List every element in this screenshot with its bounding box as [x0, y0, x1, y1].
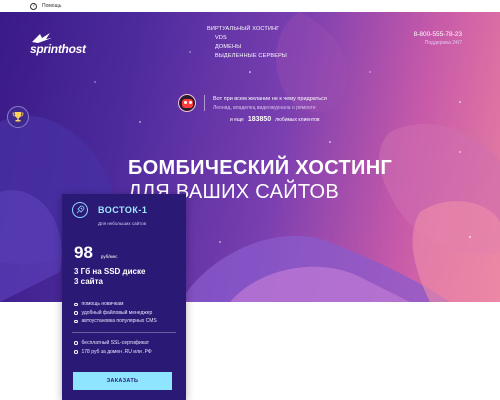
order-button[interactable]: ЗАКАЗАТЬ — [73, 372, 172, 390]
bullet-icon — [74, 311, 78, 315]
plan-card: ВОСТОК-1 Для небольших сайтов 98 руб/мес… — [62, 194, 186, 400]
help-link[interactable]: Помощь — [42, 3, 61, 9]
question-icon[interactable]: ? — [30, 2, 37, 10]
feature-list: помощь новичкам удобный файловый менедже… — [62, 300, 186, 326]
price-row: 98 руб/мес — [62, 243, 186, 263]
nav-item-vds[interactable]: VDS — [207, 35, 287, 41]
nav-item-virtual-hosting[interactable]: ВИРТУАЛЬНЫЙ ХОСТИНГ — [207, 26, 287, 32]
list-item: 178 руб за домен .RU или .РФ — [74, 348, 186, 357]
customer-review: Вот при всем желании не к чему придратьс… — [178, 94, 327, 112]
nav-item-dedicated-servers[interactable]: ВЫДЕЛЕННЫЕ СЕРВЕРЫ — [207, 53, 287, 59]
feature-label: помощь новичкам — [81, 301, 124, 307]
phone-number[interactable]: 8-800-555-78-23 — [414, 31, 462, 38]
extra-label: бесплатный SSL-сертификат — [81, 339, 150, 346]
plan-description: Для небольших сайтов — [98, 221, 147, 226]
main-nav: ВИРТУАЛЬНЫЙ ХОСТИНГ VDS ДОМЕНЫ ВЫДЕЛЕННЫ… — [207, 26, 287, 59]
clients-suffix: любимых клиентов — [275, 116, 320, 123]
extras-list: бесплатный SSL-сертификат 178 руб за дом… — [62, 339, 186, 357]
clients-prefix: и еще — [230, 116, 244, 123]
list-item: автоустановка популярных CMS — [74, 317, 186, 326]
sprinthost-logo[interactable]: sprinthost — [30, 32, 86, 56]
clients-counter: и еще 183850 любимых клиентов — [230, 116, 320, 123]
review-quote: Вот при всем желании не к чему придратьс… — [213, 95, 327, 102]
feature-label: автоустановка популярных CMS — [81, 318, 157, 324]
bullet-icon — [74, 350, 78, 354]
spec-sites: 3 сайта — [74, 277, 103, 286]
plan-specs: 3 Гб на SSD диске 3 сайта — [62, 267, 186, 287]
support-label: Поддержка 24/7 — [424, 40, 462, 46]
logo-text: sprinthost — [30, 42, 86, 56]
review-author: Леонид, владелец видеожурнала о ремонте — [213, 104, 316, 111]
spec-disk: 3 Гб на SSD диске — [74, 267, 146, 276]
nav-item-domains[interactable]: ДОМЕНЫ — [207, 44, 287, 50]
list-item: помощь новичкам — [74, 300, 186, 309]
bullet-icon — [74, 341, 78, 345]
list-item: удобный файловый менеджер — [74, 309, 186, 318]
clients-count: 183850 — [247, 116, 272, 123]
headline-line-1: БОМБИЧЕСКИЙ ХОСТИНГ — [128, 157, 393, 179]
bullet-icon — [74, 319, 78, 323]
trophy-icon[interactable] — [7, 106, 29, 128]
card-divider — [72, 331, 176, 333]
divider — [204, 95, 205, 111]
extra-label: 178 руб за домен .RU или .РФ — [81, 348, 152, 355]
price-unit: руб/мес — [100, 254, 118, 259]
contacts: 8-800-555-78-23 Поддержка 24/7 — [414, 31, 462, 46]
bullet-icon — [74, 302, 78, 306]
list-item: бесплатный SSL-сертификат — [74, 339, 186, 348]
feature-label: удобный файловый менеджер — [81, 309, 153, 316]
avatar — [178, 94, 196, 112]
top-bar: ? Помощь — [0, 0, 500, 12]
plan-price: 98 — [74, 243, 93, 262]
rocket-icon — [72, 202, 88, 218]
plan-name: ВОСТОК-1 — [98, 205, 148, 215]
